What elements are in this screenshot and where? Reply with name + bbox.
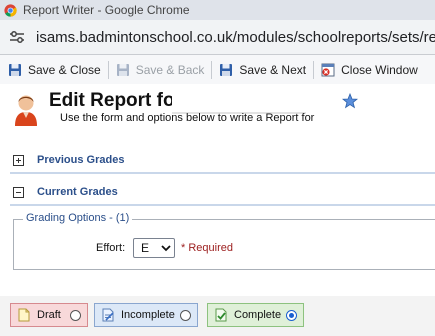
current-grades-header[interactable]: Current Grades bbox=[10, 180, 435, 206]
url-text[interactable]: isams.badmintonschool.co.uk/modules/scho… bbox=[36, 29, 435, 46]
previous-grades-header[interactable]: Previous Grades bbox=[10, 148, 435, 174]
grading-options-legend: Grading Options - (1) bbox=[23, 212, 133, 224]
student-avatar-icon bbox=[15, 95, 37, 126]
collapse-icon[interactable] bbox=[13, 186, 24, 198]
status-incomplete-radio[interactable] bbox=[180, 309, 191, 321]
address-bar[interactable]: isams.badmintonschool.co.uk/modules/scho… bbox=[0, 20, 435, 55]
report-status-bar: Draft Incomplete Complete bbox=[0, 296, 435, 336]
save-close-label: Save & Close bbox=[28, 62, 101, 77]
status-complete-radio[interactable] bbox=[286, 309, 297, 321]
report-header: Edit Report for Use the form and options… bbox=[0, 84, 435, 136]
toolbar-divider bbox=[313, 60, 315, 79]
current-grades-label: Current Grades bbox=[37, 186, 118, 198]
toolbar-divider bbox=[211, 60, 213, 79]
chrome-icon bbox=[4, 3, 17, 17]
window-title: Report Writer - Google Chrome bbox=[23, 3, 190, 17]
status-complete-label: Complete bbox=[234, 309, 282, 321]
page-title: Edit Report for bbox=[49, 90, 182, 111]
save-icon bbox=[116, 63, 129, 76]
save-close-button[interactable]: Save & Close bbox=[8, 55, 101, 84]
status-incomplete-label: Incomplete bbox=[121, 309, 175, 321]
save-back-button[interactable]: Save & Back bbox=[116, 55, 205, 84]
grading-options-group: Grading Options - (1) Effort: E * Requir… bbox=[13, 212, 435, 270]
close-window-icon bbox=[321, 63, 335, 76]
expand-icon[interactable] bbox=[13, 154, 24, 166]
page-subtitle: Use the form and options below to write … bbox=[60, 112, 315, 124]
close-window-label: Close Window bbox=[341, 62, 418, 77]
required-note: * Required bbox=[181, 242, 233, 254]
report-toolbar: Save & Close Save & Back Save & Next Clo… bbox=[0, 55, 435, 85]
browser-title-bar: Report Writer - Google Chrome bbox=[0, 0, 435, 20]
save-next-button[interactable]: Save & Next bbox=[219, 55, 306, 84]
chevron-down-icon bbox=[161, 245, 171, 252]
status-draft-option[interactable]: Draft bbox=[10, 303, 88, 327]
site-info-icon[interactable] bbox=[8, 28, 26, 46]
close-window-button[interactable]: Close Window bbox=[321, 55, 418, 84]
save-icon bbox=[9, 63, 21, 76]
effort-select[interactable]: E bbox=[133, 238, 175, 258]
draft-document-icon bbox=[18, 308, 30, 322]
redacted-student-name bbox=[172, 94, 306, 114]
save-icon bbox=[220, 63, 233, 76]
save-next-label: Save & Next bbox=[239, 62, 307, 77]
status-draft-radio[interactable] bbox=[70, 309, 81, 321]
status-draft-label: Draft bbox=[37, 309, 61, 321]
effort-label: Effort: bbox=[96, 242, 126, 254]
save-back-label: Save & Back bbox=[135, 62, 205, 77]
effort-selected-value: E bbox=[141, 241, 150, 255]
status-complete-option[interactable]: Complete bbox=[207, 303, 304, 327]
incomplete-document-icon bbox=[102, 308, 114, 322]
previous-grades-label: Previous Grades bbox=[37, 154, 125, 166]
status-incomplete-option[interactable]: Incomplete bbox=[94, 303, 198, 327]
toolbar-divider bbox=[107, 60, 109, 79]
favourite-star-icon[interactable] bbox=[342, 93, 358, 109]
complete-document-icon bbox=[215, 308, 227, 322]
